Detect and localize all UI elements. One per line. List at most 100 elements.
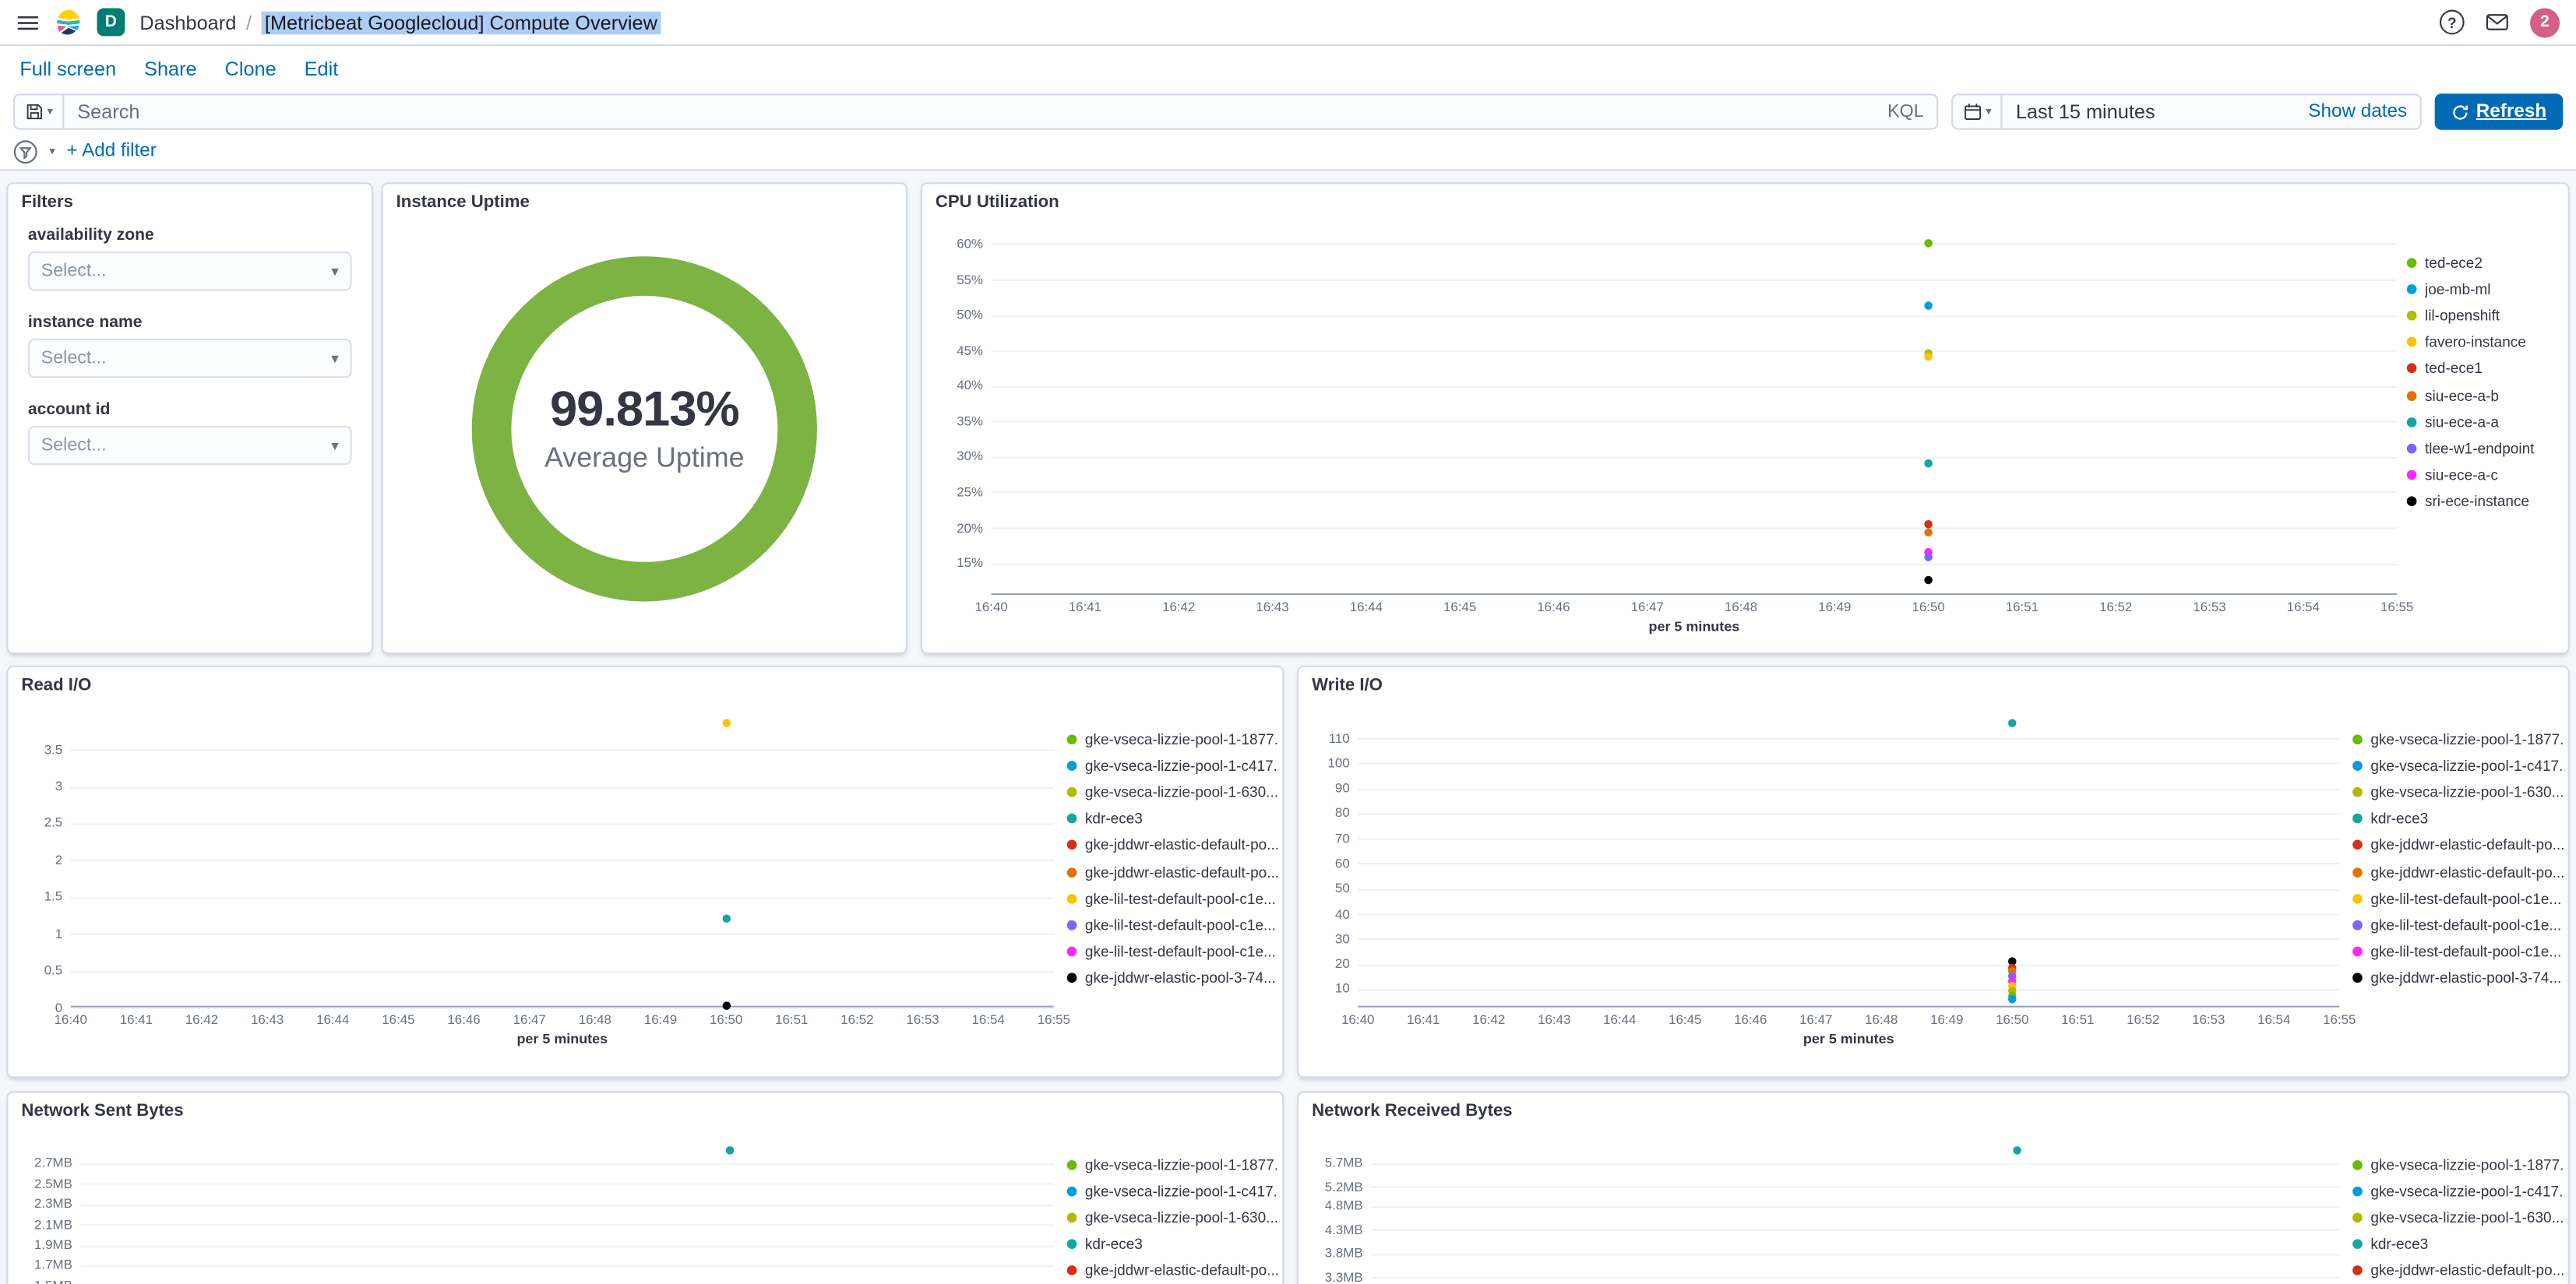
x-tick-label: 16:48 (578, 1012, 611, 1028)
legend-item[interactable]: gke-vseca-lizzie-pool-1-630... (1066, 779, 1279, 806)
edit-link[interactable]: Edit (298, 57, 345, 80)
legend-item[interactable]: gke-vseca-lizzie-pool-1-1877... (2352, 1152, 2564, 1178)
instance-name-select[interactable]: Select... ▾ (27, 338, 352, 378)
time-range-value[interactable]: Last 15 minutes (2003, 100, 2308, 124)
legend-item[interactable]: tlee-w1-endpoint (2406, 435, 2563, 462)
legend-item[interactable]: gke-lil-test-default-pool-c1e... (2352, 885, 2564, 912)
space-avatar[interactable]: D (97, 8, 125, 37)
saved-query-menu-button[interactable]: ▾ (15, 95, 65, 128)
legend-item[interactable]: gke-vseca-lizzie-pool-1-c417... (2352, 753, 2564, 779)
legend-item[interactable]: gke-jddwr-elastic-default-po... (2352, 859, 2564, 885)
x-tick-label: 16:44 (1349, 600, 1383, 615)
y-tick-label: 40% (957, 378, 984, 393)
y-tick-label: 2 (55, 853, 63, 868)
legend-item[interactable]: gke-jddwr-elastic-default-po... (1066, 1258, 1279, 1284)
breadcrumb-current-page: [Metricbeat Googlecloud] Compute Overvie… (261, 10, 661, 34)
legend-item[interactable]: siu-ece-a-c (2406, 462, 2563, 488)
legend-item[interactable]: gke-vseca-lizzie-pool-1-1877... (1066, 726, 1279, 753)
legend-item[interactable]: gke-lil-test-default-pool-c1e... (1066, 912, 1279, 938)
legend-item[interactable]: joe-mb-ml (2406, 276, 2563, 303)
legend-item[interactable]: ted-ece1 (2406, 356, 2563, 382)
legend-label: sri-ece-instance (2424, 492, 2530, 510)
legend-item[interactable]: gke-jddwr-elastic-default-po... (1066, 832, 1279, 859)
legend-item[interactable]: gke-jddwr-elastic-pool-3-74... (1066, 965, 1279, 991)
legend-dot (2352, 761, 2363, 772)
legend-item[interactable]: siu-ece-a-a (2406, 409, 2563, 435)
legend-item[interactable]: kdr-ece3 (2352, 1231, 2564, 1258)
legend-item[interactable]: ted-ece2 (2406, 250, 2563, 276)
clone-link[interactable]: Clone (218, 57, 283, 80)
x-tick-label: 16:41 (119, 1012, 153, 1028)
availability-zone-select[interactable]: Select... ▾ (27, 251, 352, 291)
kql-language-button[interactable]: KQL (1874, 102, 1936, 121)
legend-label: siu-ece-a-c (2424, 466, 2498, 484)
y-tick-label: 110 (1328, 730, 1350, 746)
panel-instance-uptime: Instance Uptime 99.813% Average Uptime (381, 182, 907, 654)
help-icon[interactable]: ? (2439, 9, 2465, 35)
menu-icon[interactable] (16, 11, 40, 34)
y-tick-label: 5.2MB (1324, 1179, 1363, 1194)
gridline (70, 970, 1054, 973)
legend-item[interactable]: favero-instance (2406, 329, 2563, 356)
panel-read-io: Read I/O 3.5 3 2.5 2 1.5 1 0.5 0 16:40 16:41 16:42… (6, 665, 1284, 1078)
x-tick-label: 16:50 (1996, 1012, 2029, 1028)
legend-item[interactable]: kdr-ece3 (1066, 806, 1279, 832)
legend-item[interactable]: gke-jddwr-elastic-pool-3-74... (2352, 965, 2564, 991)
gridline (1371, 1163, 2340, 1166)
x-tick-label: 16:44 (1603, 1012, 1637, 1028)
add-filter-button[interactable]: + Add filter (67, 142, 157, 161)
refresh-button[interactable]: Refresh (2435, 93, 2564, 130)
legend-item[interactable]: gke-jddwr-elastic-default-po... (2352, 1258, 2564, 1284)
account-id-select[interactable]: Select... ▾ (27, 425, 352, 466)
y-tick-label: 3 (55, 779, 63, 794)
legend-label: gke-lil-test-default-pool-c1e... (1084, 942, 1276, 960)
legend-item[interactable]: gke-lil-test-default-pool-c1e... (2352, 938, 2564, 965)
legend-item[interactable]: kdr-ece3 (2352, 806, 2564, 832)
gridline (1358, 938, 2340, 941)
breadcrumb-dashboard[interactable]: Dashboard (139, 11, 236, 34)
legend-item[interactable]: kdr-ece3 (1066, 1231, 1279, 1258)
filter-circle-icon[interactable] (13, 139, 38, 164)
legend-item[interactable]: gke-jddwr-elastic-default-po... (1066, 859, 1279, 885)
x-tick-label: 16:46 (1537, 600, 1570, 615)
x-tick-label: 16:42 (1162, 600, 1196, 615)
legend-item[interactable]: gke-vseca-lizzie-pool-1-1877... (1066, 1152, 1279, 1178)
kibana-dashboard-app: D Dashboard / [Metricbeat Googlecloud] C… (0, 0, 2576, 1284)
user-avatar[interactable]: 2 (2530, 7, 2560, 37)
gridline (1358, 838, 2340, 840)
legend-item[interactable]: gke-lil-test-default-pool-c1e... (1066, 938, 1279, 965)
legend-item[interactable]: gke-vseca-lizzie-pool-1-c417... (1066, 1178, 1279, 1205)
calendar-menu-button[interactable]: ▾ (1954, 95, 2003, 128)
gridline (80, 1163, 1054, 1166)
legend-label: gke-vseca-lizzie-pool-1-630... (2370, 1209, 2564, 1226)
legend-item[interactable]: gke-vseca-lizzie-pool-1-630... (1066, 1205, 1279, 1231)
panel-filters: Filters availability zone Select... ▾ in… (6, 182, 374, 654)
data-point (2007, 718, 2017, 727)
legend-item[interactable]: gke-vseca-lizzie-pool-1-630... (2352, 779, 2564, 806)
show-dates-button[interactable]: Show dates (2308, 102, 2420, 121)
elastic-logo[interactable] (55, 9, 83, 37)
legend-item[interactable]: gke-jddwr-elastic-default-po... (2352, 832, 2564, 859)
legend-item[interactable]: gke-lil-test-default-pool-c1e... (1066, 885, 1279, 912)
full-screen-link[interactable]: Full screen (13, 57, 123, 80)
legend-item[interactable]: gke-vseca-lizzie-pool-1-c417... (1066, 753, 1279, 779)
chart-legend: ted-ece2 joe-mb-ml lil-openshift favero-ins… (2406, 250, 2563, 515)
legend-item[interactable]: lil-openshift (2406, 303, 2563, 329)
newsfeed-icon[interactable] (2486, 13, 2509, 31)
y-tick-label: 10 (1334, 981, 1350, 997)
legend-item[interactable]: sri-ece-instance (2406, 487, 2563, 514)
legend-item[interactable]: gke-lil-test-default-pool-c1e... (2352, 912, 2564, 938)
legend-item[interactable]: siu-ece-a-b (2406, 382, 2563, 409)
legend-label: lil-openshift (2424, 308, 2500, 325)
legend-item[interactable]: gke-vseca-lizzie-pool-1-630... (2352, 1205, 2564, 1231)
legend-item[interactable]: gke-vseca-lizzie-pool-1-1877... (2352, 726, 2564, 753)
legend-item[interactable]: gke-vseca-lizzie-pool-1-c417... (2352, 1178, 2564, 1205)
chart-legend: gke-vseca-lizzie-pool-1-1877... gke-vseca… (2352, 726, 2564, 991)
legend-label: kdr-ece3 (2370, 811, 2429, 828)
chevron-down-icon: ▾ (331, 262, 339, 279)
search-input[interactable] (64, 95, 1875, 128)
cpu-utilization-chart: 60% 55% 50% 45% 40% 35% 30% 25% 20% 15% 16:40 16:41… (932, 227, 2413, 646)
y-tick-label: 3.3MB (1324, 1269, 1363, 1284)
x-tick-label: 16:51 (2061, 1012, 2095, 1028)
share-link[interactable]: Share (138, 57, 203, 80)
